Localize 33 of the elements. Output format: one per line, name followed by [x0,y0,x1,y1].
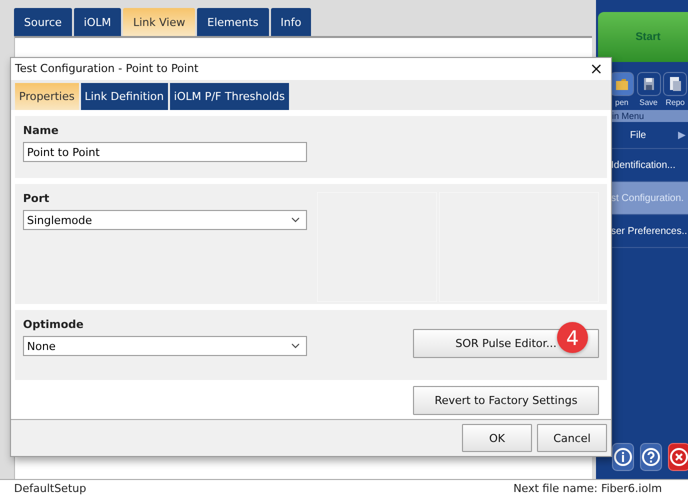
chevron-down-icon[interactable] [291,343,300,350]
tab[interactable]: iOLM P/F Thresholds [170,82,289,110]
ok-button[interactable]: OK [462,424,532,452]
toolbar-label: Repo [666,98,685,107]
floppy-icon[interactable] [636,72,660,96]
cancel-button[interactable]: Cancel [537,424,607,452]
tab[interactable]: Source [14,8,72,36]
close-icon[interactable] [668,443,688,471]
dropdown[interactable]: Singlemode [23,210,307,230]
toolbar-label: pen [615,98,629,107]
document-icon[interactable] [663,72,688,96]
tab[interactable]: Link Definition [80,82,168,110]
field-label: Name [23,124,60,138]
tab[interactable]: Info [270,8,312,36]
tab[interactable]: iOLM [74,8,122,36]
toolbar-label: Save [639,98,658,107]
field-label: Optimode [23,318,85,332]
input-field[interactable]: Point to Point [23,142,307,162]
help-icon[interactable] [640,443,662,471]
info-icon[interactable] [612,443,634,471]
field-label: Port [23,192,50,206]
revert-button[interactable]: Revert to Factory Settings [413,386,599,416]
tab[interactable]: Elements [197,8,269,36]
dropdown[interactable]: None [23,336,307,356]
window-title: Test Configuration - Point to Point [15,62,198,76]
tab[interactable]: Link View [123,8,196,36]
status-text: DefaultSetup [14,482,86,494]
arrow-icon: ▶ [678,129,686,141]
tab[interactable]: Properties [15,82,79,110]
chevron-down-icon[interactable] [291,217,300,224]
step-badge: 4 [557,322,588,354]
file-name-text: Next file name: Fiber6.iolm [513,482,662,494]
close-button[interactable]: × [586,60,607,78]
